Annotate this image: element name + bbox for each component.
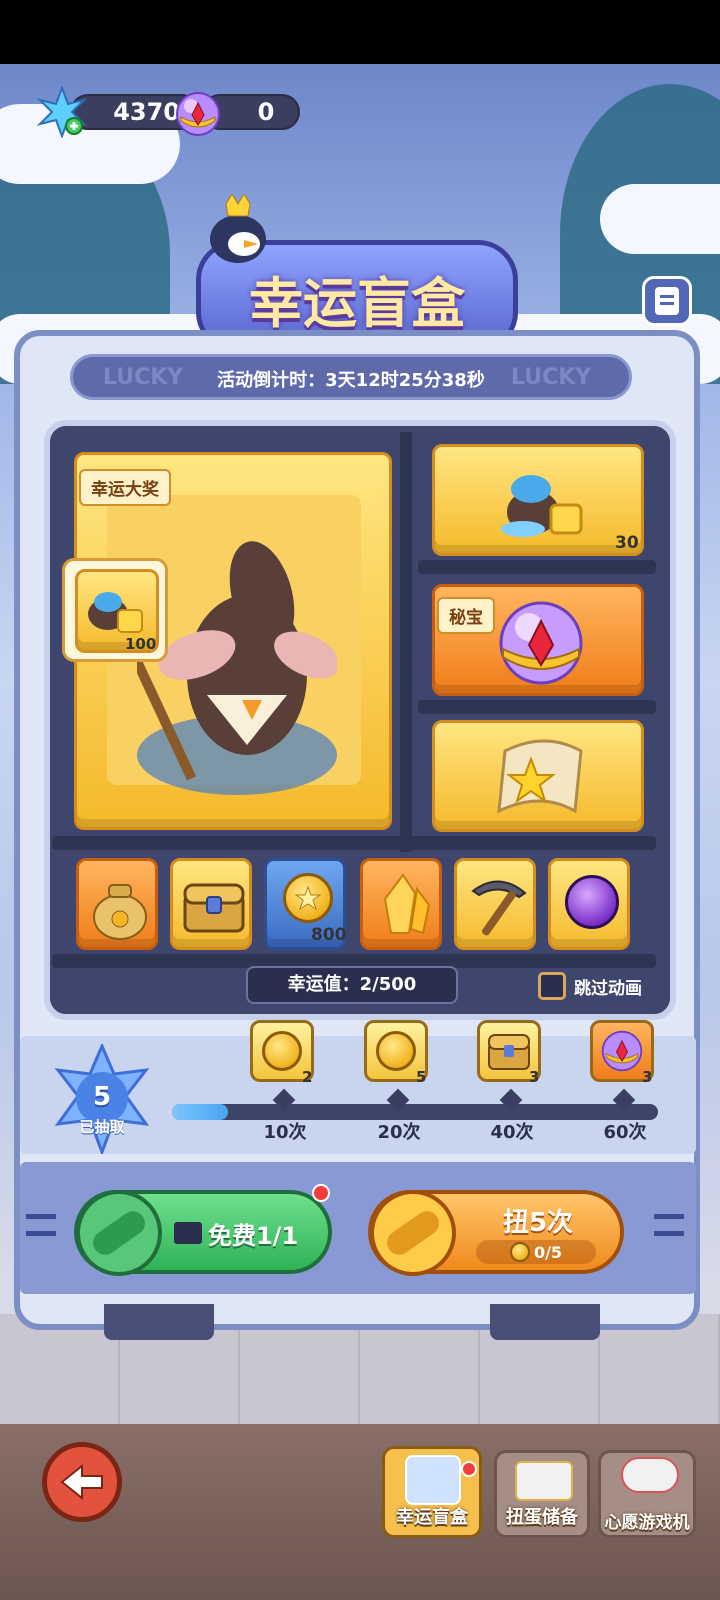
reward-count: 5: [416, 1068, 427, 1086]
prize-slot-treasure[interactable]: 秘宝: [432, 584, 644, 696]
gold-coin-icon: [376, 1031, 416, 1071]
milestone-label: 40次: [490, 1122, 534, 1143]
free-draw-label: 免费1/1: [208, 1222, 299, 1250]
grand-prize-tag: 幸运大奖: [79, 469, 171, 506]
treasure-orb-icon: [491, 593, 591, 693]
reward-count: 3: [642, 1068, 653, 1086]
gamepad-icon: [621, 1457, 679, 1493]
milestone-label: 10次: [263, 1122, 307, 1143]
milestone-label: 60次: [603, 1122, 647, 1143]
skip-animation-label: 跳过动画: [574, 978, 642, 999]
decor-lines: [26, 1214, 56, 1236]
milestone-60[interactable]: 3 60次: [590, 1020, 660, 1150]
orb-amount: 0: [257, 98, 275, 126]
prize-slot-crystal[interactable]: [360, 858, 442, 950]
prize-slot-coins[interactable]: 800: [264, 858, 347, 950]
gold-coin-icon: [509, 1242, 530, 1262]
case-divider: [400, 432, 412, 852]
gold-coin-icon: [283, 873, 333, 923]
snow-pile: [600, 184, 720, 254]
secret-treasure-tag: 秘宝: [437, 597, 495, 634]
treasure-chest-icon: [488, 1034, 530, 1070]
slot-count: 30: [615, 533, 639, 553]
nav-lucky-box[interactable]: 幸运盲盒: [382, 1446, 482, 1538]
capsule-icon: [76, 1190, 162, 1276]
shelf: [418, 560, 656, 574]
snowflake-plus-icon: [36, 86, 88, 138]
video-ad-icon: [174, 1222, 202, 1244]
grand-prize-piece-bubble[interactable]: 100: [62, 558, 168, 662]
draw-cost: 0/5: [476, 1240, 596, 1264]
nav-wish-machine[interactable]: 心愿游戏机: [598, 1450, 696, 1538]
crystal-icon: [373, 869, 435, 945]
title-text: 幸运盲盒: [249, 272, 465, 335]
capsule-icon: [370, 1190, 456, 1276]
prize-slot-puzzle[interactable]: 30: [432, 444, 644, 556]
status-bar: [0, 0, 720, 64]
treasure-chest-icon: [179, 873, 249, 939]
notification-dot: [461, 1461, 477, 1477]
draw-five-button[interactable]: 扭5次 0/5: [368, 1190, 624, 1276]
milestone-label: 20次: [377, 1122, 421, 1143]
snowflake-currency[interactable]: 4370: [36, 86, 200, 138]
prize-slot-bag[interactable]: [76, 858, 158, 950]
prize-slot-pickaxe[interactable]: [454, 858, 536, 950]
notification-dot: [312, 1184, 330, 1202]
skip-animation-toggle[interactable]: 跳过动画: [538, 970, 654, 1002]
treasure-orb-icon: [601, 1030, 643, 1072]
pickaxe-icon: [465, 871, 531, 943]
milestone-10[interactable]: 2 10次: [250, 1020, 320, 1150]
countdown-bar: LUCKY LUCKY 活动倒计时：3天12时25分38秒: [70, 354, 632, 400]
milestone-marker: [499, 1088, 523, 1112]
prize-slot-scroll[interactable]: [432, 720, 644, 832]
gold-coin-icon: [262, 1031, 302, 1071]
reward-count: 3: [529, 1068, 540, 1086]
nav-label: 幸运盲盒: [396, 1507, 468, 1528]
draw-five-label: 扭5次: [502, 1208, 574, 1238]
nav-label: 心愿游戏机: [604, 1513, 690, 1533]
draw-count: 5: [92, 1082, 112, 1112]
back-button[interactable]: [42, 1442, 122, 1522]
gacha-screen-icon: [515, 1461, 573, 1501]
penguin-mascot-icon: [198, 193, 278, 264]
luck-value: 幸运值：2/500: [246, 966, 458, 1004]
countdown-text: 活动倒计时：3天12时25分38秒: [217, 370, 485, 391]
purple-orb-icon: [565, 875, 619, 929]
milestone-20[interactable]: 5 20次: [364, 1020, 434, 1150]
nav-label: 扭蛋储备: [506, 1507, 578, 1528]
snowflake-amount: 4370: [113, 98, 180, 126]
clover-box-icon: [405, 1455, 461, 1505]
reward-count: 2: [302, 1068, 313, 1086]
treasure-orb-icon: [172, 88, 224, 140]
nav-gacha-reserve[interactable]: 扭蛋储备: [494, 1450, 590, 1538]
document-icon: [642, 276, 692, 326]
machine-leg: [490, 1304, 600, 1340]
free-draw-button[interactable]: 免费1/1: [74, 1184, 332, 1276]
slot-count: 800: [311, 925, 347, 945]
draw-count-label: 已抽取: [79, 1118, 125, 1136]
shelf: [418, 700, 656, 714]
decor-lines: [654, 1214, 684, 1236]
prize-slot-purple-orb[interactable]: [548, 858, 630, 950]
draw-cost-value: 0/5: [533, 1242, 563, 1262]
milestone-marker: [272, 1088, 296, 1112]
shelf: [52, 836, 656, 850]
prize-slot-chest[interactable]: [170, 858, 252, 950]
machine-leg: [104, 1304, 214, 1340]
milestone-marker: [386, 1088, 410, 1112]
back-arrow-icon: [60, 1464, 103, 1500]
orb-currency[interactable]: 0: [172, 90, 304, 136]
milestone-marker: [612, 1088, 636, 1112]
magic-scroll-icon: [485, 731, 597, 827]
puzzle-piece-icon: [493, 457, 589, 547]
skip-animation-checkbox[interactable]: [538, 972, 566, 1000]
coin-bag-icon: [85, 867, 155, 943]
draw-count-badge: 5 已抽取: [50, 1044, 154, 1154]
milestone-40[interactable]: 3 40次: [477, 1020, 547, 1150]
piece-count: 100: [125, 635, 157, 653]
milestone-progress-fill: [172, 1104, 228, 1120]
